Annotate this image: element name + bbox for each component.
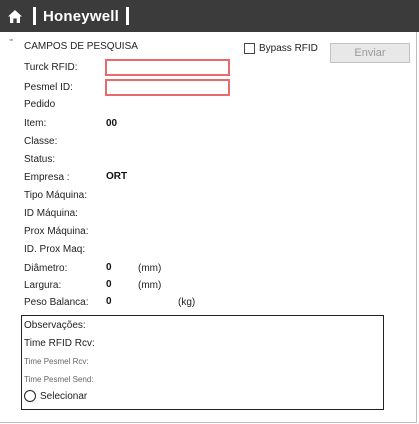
time-pesmel-rcv-label: Time Pesmel Rcv: <box>24 357 89 366</box>
observations-label: Observações: <box>24 320 86 331</box>
section-title: CAMPOS DE PESQUISA <box>24 41 138 52</box>
bypass-rfid-toggle[interactable]: Bypass RFID <box>244 43 318 54</box>
status-label: Status: <box>24 154 56 165</box>
peso-balanca-unit: (kg) <box>178 297 196 308</box>
turck-rfid-label: Turck RFID: <box>24 62 78 73</box>
home-button[interactable] <box>4 5 26 27</box>
diametro-label: Diâmetro: <box>24 263 68 274</box>
brand-name: Honeywell <box>43 7 119 25</box>
classe-label: Classe: <box>24 136 58 147</box>
peso-balanca-value: 0 <box>106 296 112 307</box>
bypass-rfid-label: Bypass RFID <box>259 43 318 54</box>
pesmel-id-label: Pesmel ID: <box>24 82 73 93</box>
largura-value: 0 <box>106 279 112 290</box>
turck-rfid-input[interactable] <box>105 59 230 76</box>
select-radio-button[interactable] <box>24 390 36 402</box>
send-button[interactable]: Enviar <box>330 43 410 63</box>
select-option[interactable]: Selecionar <box>24 390 87 402</box>
header-divider <box>33 7 36 25</box>
largura-unit: (mm) <box>138 280 162 291</box>
tipo-maquina-label: Tipo Máquina: <box>24 190 87 201</box>
id-prox-maq-label: ID. Prox Maq: <box>24 244 86 255</box>
select-label: Selecionar <box>40 390 88 402</box>
app-header: Honeywell <box>0 0 419 32</box>
pedido-label: Pedido <box>24 99 56 110</box>
largura-label: Largura: <box>24 280 62 291</box>
home-icon <box>8 9 22 23</box>
prox-maquina-label: Prox Máquina: <box>24 226 89 237</box>
header-divider-right <box>126 7 129 25</box>
diametro-unit: (mm) <box>138 263 162 274</box>
time-rfid-rcv-label: Time RFID Rcv: <box>24 338 95 349</box>
bypass-rfid-checkbox[interactable] <box>244 43 255 54</box>
pesmel-id-input[interactable] <box>105 79 230 96</box>
collapse-icon[interactable]: ▫▫ <box>9 37 13 44</box>
id-maquina-label: ID Máquina: <box>24 208 78 219</box>
item-value: 00 <box>106 118 118 129</box>
empresa-label: Empresa : <box>24 172 70 183</box>
time-pesmel-send-label: Time Pesmel Send: <box>24 375 94 384</box>
peso-balanca-label: Peso Balanca: <box>24 297 89 308</box>
item-label: Item: <box>24 118 47 129</box>
empresa-value: ORT <box>106 171 128 182</box>
diametro-value: 0 <box>106 262 112 273</box>
